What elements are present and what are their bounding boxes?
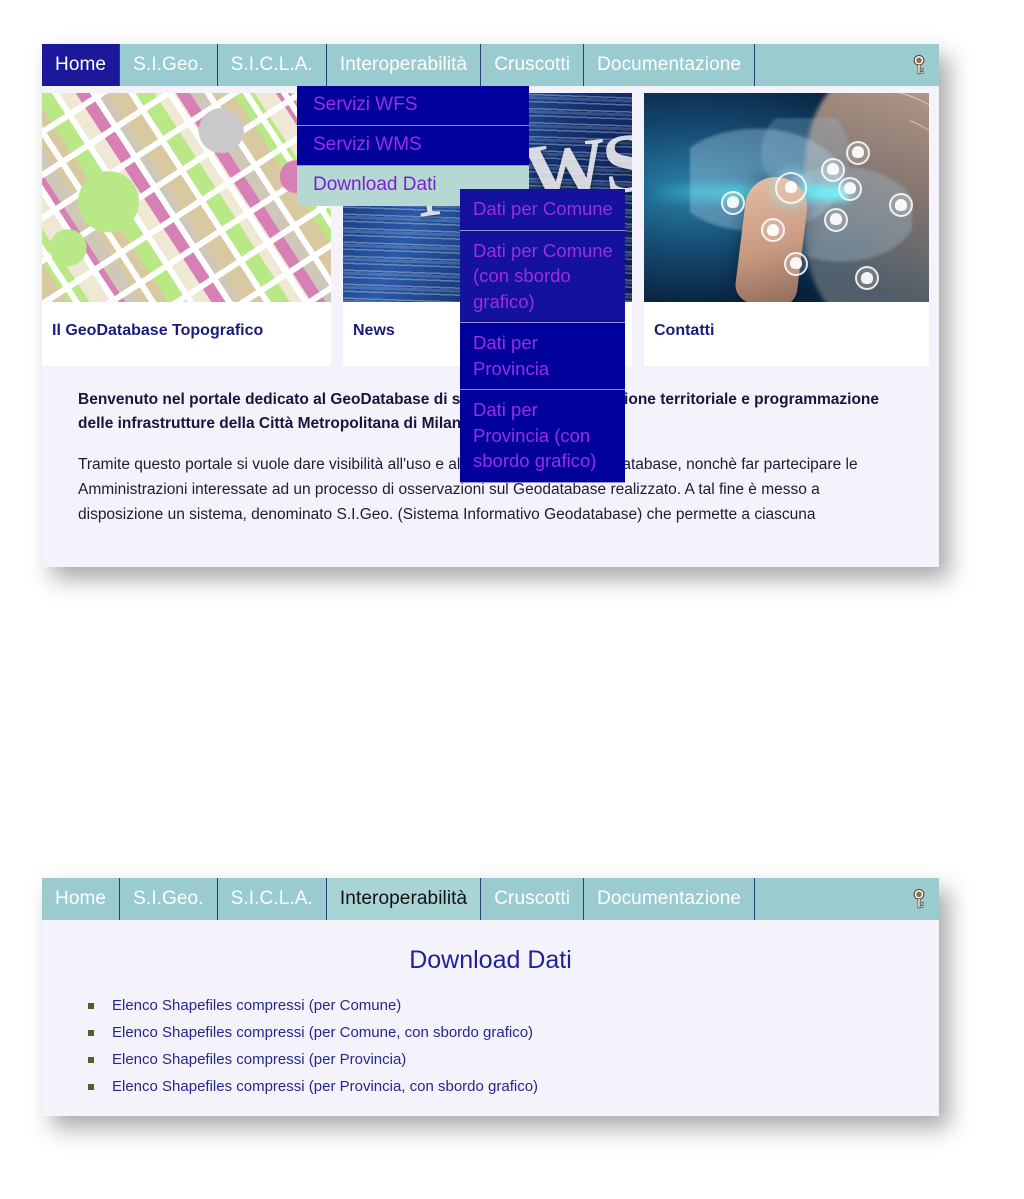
download-link-provincia-sbordo[interactable]: Elenco Shapefiles compressi (per Provinc… (88, 1078, 939, 1105)
navbar-spacer (755, 44, 899, 86)
download-link-provincia[interactable]: Elenco Shapefiles compressi (per Provinc… (88, 1051, 939, 1078)
dropdown-item-label: Servizi WMS (313, 134, 422, 155)
download-dati-page-screenshot: Home S.I.Geo. S.I.C.L.A. Interoperabilit… (42, 878, 939, 1116)
download-links-list: Elenco Shapefiles compressi (per Comune)… (42, 997, 939, 1105)
nav-label: Home (55, 54, 107, 75)
portal-home-screenshot: Home S.I.Geo. S.I.C.L.A. Interoperabilit… (42, 44, 939, 567)
nav-label: Cruscotti (494, 54, 571, 75)
navbar-spacer (755, 878, 899, 920)
bottom-navbar: Home S.I.Geo. S.I.C.L.A. Interoperabilit… (42, 878, 939, 920)
nav-label: Documentazione (597, 888, 742, 909)
network-node-icon (837, 176, 862, 201)
card-geodatabase[interactable]: Il GeoDatabase Topografico (42, 93, 331, 366)
download-dati-content: Download Dati Elenco Shapefiles compress… (42, 920, 939, 1105)
nav-item-sigeo[interactable]: S.I.Geo. (120, 878, 218, 920)
submenu-item-dati-per-comune[interactable]: Dati per Comune (460, 189, 625, 231)
network-node-icon (783, 251, 808, 276)
download-dati-submenu: Dati per Comune Dati per Comune (con sbo… (460, 189, 625, 483)
nav-item-interoperabilita[interactable]: Interoperabilità (326, 878, 482, 920)
dropdown-item-label: Servizi WFS (313, 94, 418, 115)
nav-label: S.I.Geo. (133, 888, 204, 909)
nav-label: S.I.Geo. (133, 54, 204, 75)
network-node-icon (820, 157, 845, 182)
nav-label: Cruscotti (494, 888, 571, 909)
key-icon (913, 54, 925, 75)
card-contatti[interactable]: Contatti (644, 93, 929, 366)
card-title: Il GeoDatabase Topografico (52, 322, 264, 339)
nav-item-home[interactable]: Home (42, 878, 121, 920)
dropdown-item-servizi-wms[interactable]: Servizi WMS (297, 126, 529, 166)
submenu-item-dati-per-provincia[interactable]: Dati per Provincia (460, 323, 625, 390)
submenu-item-dati-per-comune-sbordo[interactable]: Dati per Comune (con sbordo grafico) (460, 230, 625, 323)
dropdown-item-servizi-wfs[interactable]: Servizi WFS (297, 86, 529, 126)
nav-item-sicla[interactable]: S.I.C.L.A. (218, 44, 327, 86)
global-network-image (644, 93, 929, 302)
card-title: Contatti (654, 322, 715, 339)
submenu-item-dati-per-provincia-sbordo[interactable]: Dati per Provincia (con sbordo grafico) (460, 390, 625, 483)
nav-item-sigeo[interactable]: S.I.Geo. (120, 44, 218, 86)
nav-label: Home (55, 888, 107, 909)
nav-item-cruscotti[interactable]: Cruscotti (481, 44, 585, 86)
nav-label: Interoperabilità (339, 888, 468, 909)
nav-item-sicla[interactable]: S.I.C.L.A. (218, 878, 327, 920)
screenshot-page: Home S.I.Geo. S.I.C.L.A. Interoperabilit… (0, 0, 1024, 1199)
login-key-button[interactable] (899, 44, 939, 86)
network-node-icon (823, 207, 848, 232)
nav-item-cruscotti[interactable]: Cruscotti (481, 878, 585, 920)
topographic-map-image (42, 93, 331, 302)
nav-label: S.I.C.L.A. (230, 888, 313, 909)
network-node-icon (720, 191, 745, 216)
top-navbar: Home S.I.Geo. S.I.C.L.A. Interoperabilit… (42, 44, 939, 86)
nav-label: Interoperabilità (339, 54, 468, 75)
login-key-button[interactable] (899, 878, 939, 920)
nav-label: Documentazione (597, 54, 742, 75)
download-link-comune[interactable]: Elenco Shapefiles compressi (per Comune) (88, 997, 939, 1024)
dropdown-item-label: Download Dati (313, 174, 437, 195)
nav-item-documentazione[interactable]: Documentazione (584, 44, 756, 86)
nav-item-documentazione[interactable]: Documentazione (584, 878, 756, 920)
download-link-comune-sbordo[interactable]: Elenco Shapefiles compressi (per Comune,… (88, 1024, 939, 1051)
nav-label: S.I.C.L.A. (230, 54, 313, 75)
key-icon (913, 888, 925, 909)
nav-item-home[interactable]: Home (42, 44, 121, 86)
interoperabilita-dropdown: Servizi WFS Servizi WMS Download Dati (297, 86, 529, 206)
nav-item-interoperabilita[interactable]: Interoperabilità (327, 44, 482, 86)
page-title: Download Dati (409, 946, 572, 974)
